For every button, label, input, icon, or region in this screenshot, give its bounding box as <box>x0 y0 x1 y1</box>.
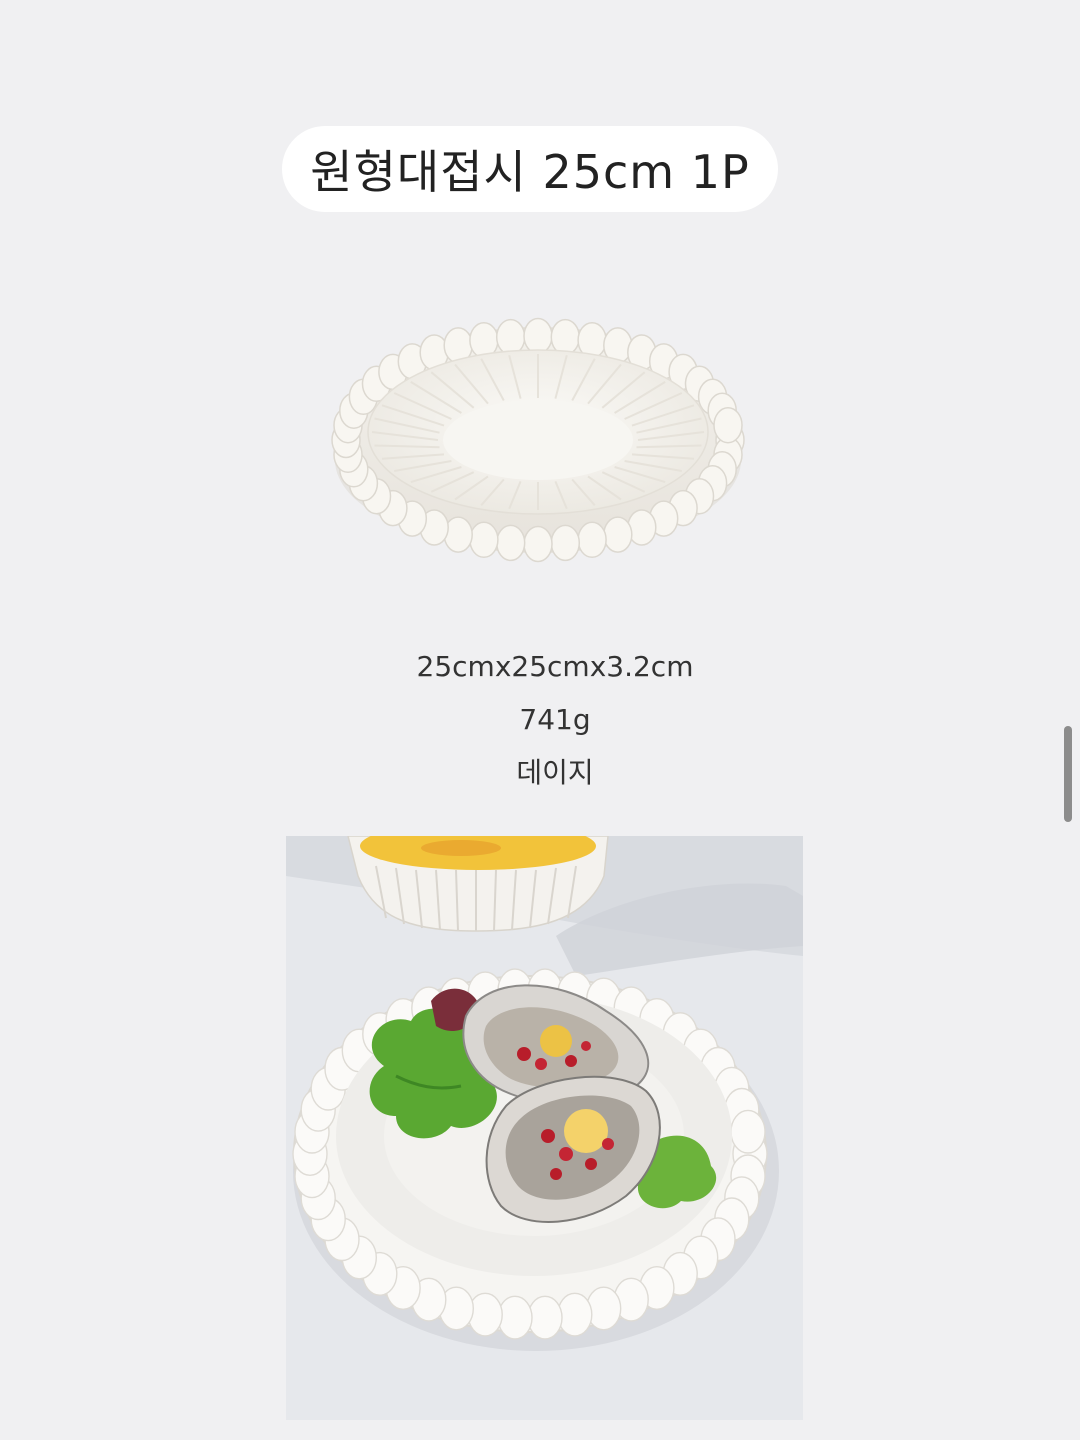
product-plate-image <box>320 300 760 580</box>
product-title: 원형대접시 25cm 1P <box>310 145 750 199</box>
product-title-pill: 원형대접시 25cm 1P <box>282 126 778 212</box>
product-specs: 25cmx25cmx3.2cm 741g 데이지 <box>0 640 1080 799</box>
lifestyle-photo-oysters <box>286 836 803 1420</box>
scrollbar-thumb[interactable] <box>1064 726 1072 822</box>
spec-dimensions: 25cmx25cmx3.2cm <box>416 650 694 683</box>
spec-design-name: 데이지 <box>516 756 594 789</box>
spec-weight: 741g <box>519 703 591 736</box>
